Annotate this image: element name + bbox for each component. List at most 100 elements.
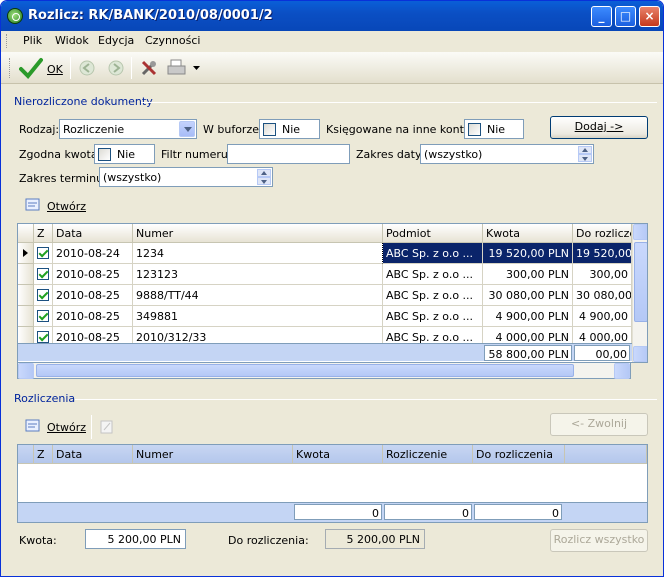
cell-numer[interactable]: 349881 xyxy=(133,306,383,327)
scroll-up-icon[interactable] xyxy=(633,224,647,240)
cell-numer[interactable]: 123123 xyxy=(133,264,383,285)
kwota-input[interactable]: 5 200,00 PLN xyxy=(85,529,186,549)
menu-plik[interactable]: Plik xyxy=(23,34,42,47)
zwolnij-button[interactable]: <- Zwolnij xyxy=(550,413,648,436)
col-header-numer[interactable]: Numer xyxy=(133,224,383,243)
cell-do[interactable]: 19 520,00 xyxy=(573,243,632,264)
horizontal-scrollbar[interactable] xyxy=(17,363,631,379)
row-header[interactable] xyxy=(18,264,34,285)
wbuforze-checkbox[interactable]: Nie xyxy=(259,119,320,139)
cell-do[interactable]: 30 080,00 xyxy=(573,285,632,306)
menu-czynnosci[interactable]: Czynności xyxy=(145,34,200,47)
cell-do[interactable]: 300,00 xyxy=(573,264,632,285)
cell-date[interactable]: 2010-08-25 xyxy=(53,285,133,306)
row-check-icon[interactable] xyxy=(37,289,49,301)
cell-podmiot[interactable]: ABC Sp. z o.o ... xyxy=(383,243,483,264)
cell-z[interactable] xyxy=(34,243,53,264)
zgodna-checkbox[interactable]: Nie xyxy=(94,144,155,164)
edit-icon xyxy=(100,420,113,434)
ksiegowane-checkbox[interactable]: Nie xyxy=(464,119,524,139)
cell-date[interactable]: 2010-08-25 xyxy=(53,306,133,327)
app-icon xyxy=(7,8,23,24)
cell-z[interactable] xyxy=(34,264,53,285)
cell-numer[interactable]: 1234 xyxy=(133,243,383,264)
col-header-data[interactable]: Data xyxy=(53,224,133,243)
window: Rozlicz: RK/BANK/2010/08/0001/2 _ □ × Pl… xyxy=(0,0,664,577)
col-header-kwota[interactable]: Kwota xyxy=(293,445,383,464)
spin-up-icon[interactable] xyxy=(578,146,592,154)
ok-button[interactable]: OK xyxy=(17,56,65,80)
row-check-icon[interactable] xyxy=(37,247,49,259)
checkbox-box[interactable] xyxy=(263,123,276,136)
zakres-daty-spin[interactable]: (wszystko) xyxy=(420,144,594,164)
cell-z[interactable] xyxy=(34,285,53,306)
ksiegowane-value: Nie xyxy=(487,123,506,136)
cell-podmiot[interactable]: ABC Sp. z o.o ... xyxy=(383,264,483,285)
cell-kwota[interactable]: 4 900,00 PLN xyxy=(483,306,573,327)
hscroll-thumb[interactable] xyxy=(36,364,574,377)
row-header[interactable] xyxy=(18,243,34,264)
col-header-data[interactable]: Data xyxy=(53,445,133,464)
checkbox-box[interactable] xyxy=(468,123,481,136)
cell-do[interactable]: 4 900,00 xyxy=(573,306,632,327)
vertical-scrollbar[interactable] xyxy=(632,224,647,362)
group-nierozliczone-title: Nierozliczone dokumenty xyxy=(14,95,153,108)
grid-corner xyxy=(18,445,34,464)
cell-date[interactable]: 2010-08-25 xyxy=(53,264,133,285)
open-document-icon xyxy=(25,198,40,211)
cell-podmiot[interactable]: ABC Sp. z o.o ... xyxy=(383,285,483,306)
tools-icon[interactable] xyxy=(140,59,158,77)
col-header-numer[interactable]: Numer xyxy=(133,445,293,464)
scroll-left-icon[interactable] xyxy=(18,363,34,379)
col-header-do-rozliczenia[interactable]: Do rozliczenia xyxy=(473,445,565,464)
maximize-button[interactable]: □ xyxy=(615,6,636,27)
col-header-kwota[interactable]: Kwota xyxy=(483,224,573,243)
menu-edycja[interactable]: Edycja xyxy=(98,34,134,47)
window-title: Rozlicz: RK/BANK/2010/08/0001/2 xyxy=(28,8,273,23)
row-check-icon[interactable] xyxy=(37,310,49,322)
dropdown-arrow-icon[interactable] xyxy=(193,66,200,71)
do-rozliczenia-label: Do rozliczenia: xyxy=(228,534,309,547)
row-header[interactable] xyxy=(18,306,34,327)
col-header-do-rozliczenia[interactable]: Do rozliczen xyxy=(573,224,632,243)
cell-kwota[interactable]: 19 520,00 PLN xyxy=(483,243,573,264)
close-button[interactable]: × xyxy=(639,6,660,27)
forward-icon[interactable] xyxy=(108,60,124,76)
checkbox-box[interactable] xyxy=(98,148,111,161)
row-header[interactable] xyxy=(18,285,34,306)
chevron-down-icon[interactable] xyxy=(179,121,195,137)
rozlicz-wszystko-button[interactable]: Rozlicz wszystko xyxy=(550,529,648,552)
spin-down-icon[interactable] xyxy=(257,177,271,185)
menu-bar: Plik Widok Edycja Czynności xyxy=(1,31,663,51)
cell-date[interactable]: 2010-08-24 xyxy=(53,243,133,264)
print-icon[interactable] xyxy=(167,59,187,77)
scroll-thumb[interactable] xyxy=(634,242,647,322)
scroll-right-icon[interactable] xyxy=(614,363,630,379)
rodzaj-combo[interactable]: Rozliczenie xyxy=(59,119,197,139)
col-header-rozliczenie[interactable]: Rozliczenie xyxy=(383,445,473,464)
spin-down-icon[interactable] xyxy=(578,154,592,162)
row-check-icon[interactable] xyxy=(37,268,49,280)
row-check-icon[interactable] xyxy=(37,331,49,343)
menu-widok[interactable]: Widok xyxy=(55,34,89,47)
grid-footer: 58 800,00 PLN 00,00 PLN xyxy=(18,343,632,362)
title-bar[interactable]: Rozlicz: RK/BANK/2010/08/0001/2 _ □ × xyxy=(1,1,663,31)
scroll-down-icon[interactable] xyxy=(633,346,647,362)
col-header-z[interactable]: Z xyxy=(34,445,53,464)
cell-kwota[interactable]: 300,00 PLN xyxy=(483,264,573,285)
cell-kwota[interactable]: 30 080,00 PLN xyxy=(483,285,573,306)
dodaj-button[interactable]: Dodaj -> xyxy=(550,116,648,139)
col-header-z[interactable]: Z xyxy=(34,224,53,243)
back-icon[interactable] xyxy=(79,60,95,76)
rozliczenia-otworz-button[interactable]: Otwórz xyxy=(23,417,87,437)
zgodna-label: Zgodna kwota: xyxy=(19,148,102,161)
minimize-button[interactable]: _ xyxy=(591,6,612,27)
col-header-podmiot[interactable]: Podmiot xyxy=(383,224,483,243)
cell-podmiot[interactable]: ABC Sp. z o.o ... xyxy=(383,306,483,327)
cell-z[interactable] xyxy=(34,306,53,327)
zakres-terminu-spin[interactable]: (wszystko) xyxy=(99,167,273,187)
spin-up-icon[interactable] xyxy=(257,169,271,177)
cell-numer[interactable]: 9888/TT/44 xyxy=(133,285,383,306)
filtr-input[interactable] xyxy=(227,144,350,164)
otworz-button[interactable]: Otwórz xyxy=(23,196,87,216)
